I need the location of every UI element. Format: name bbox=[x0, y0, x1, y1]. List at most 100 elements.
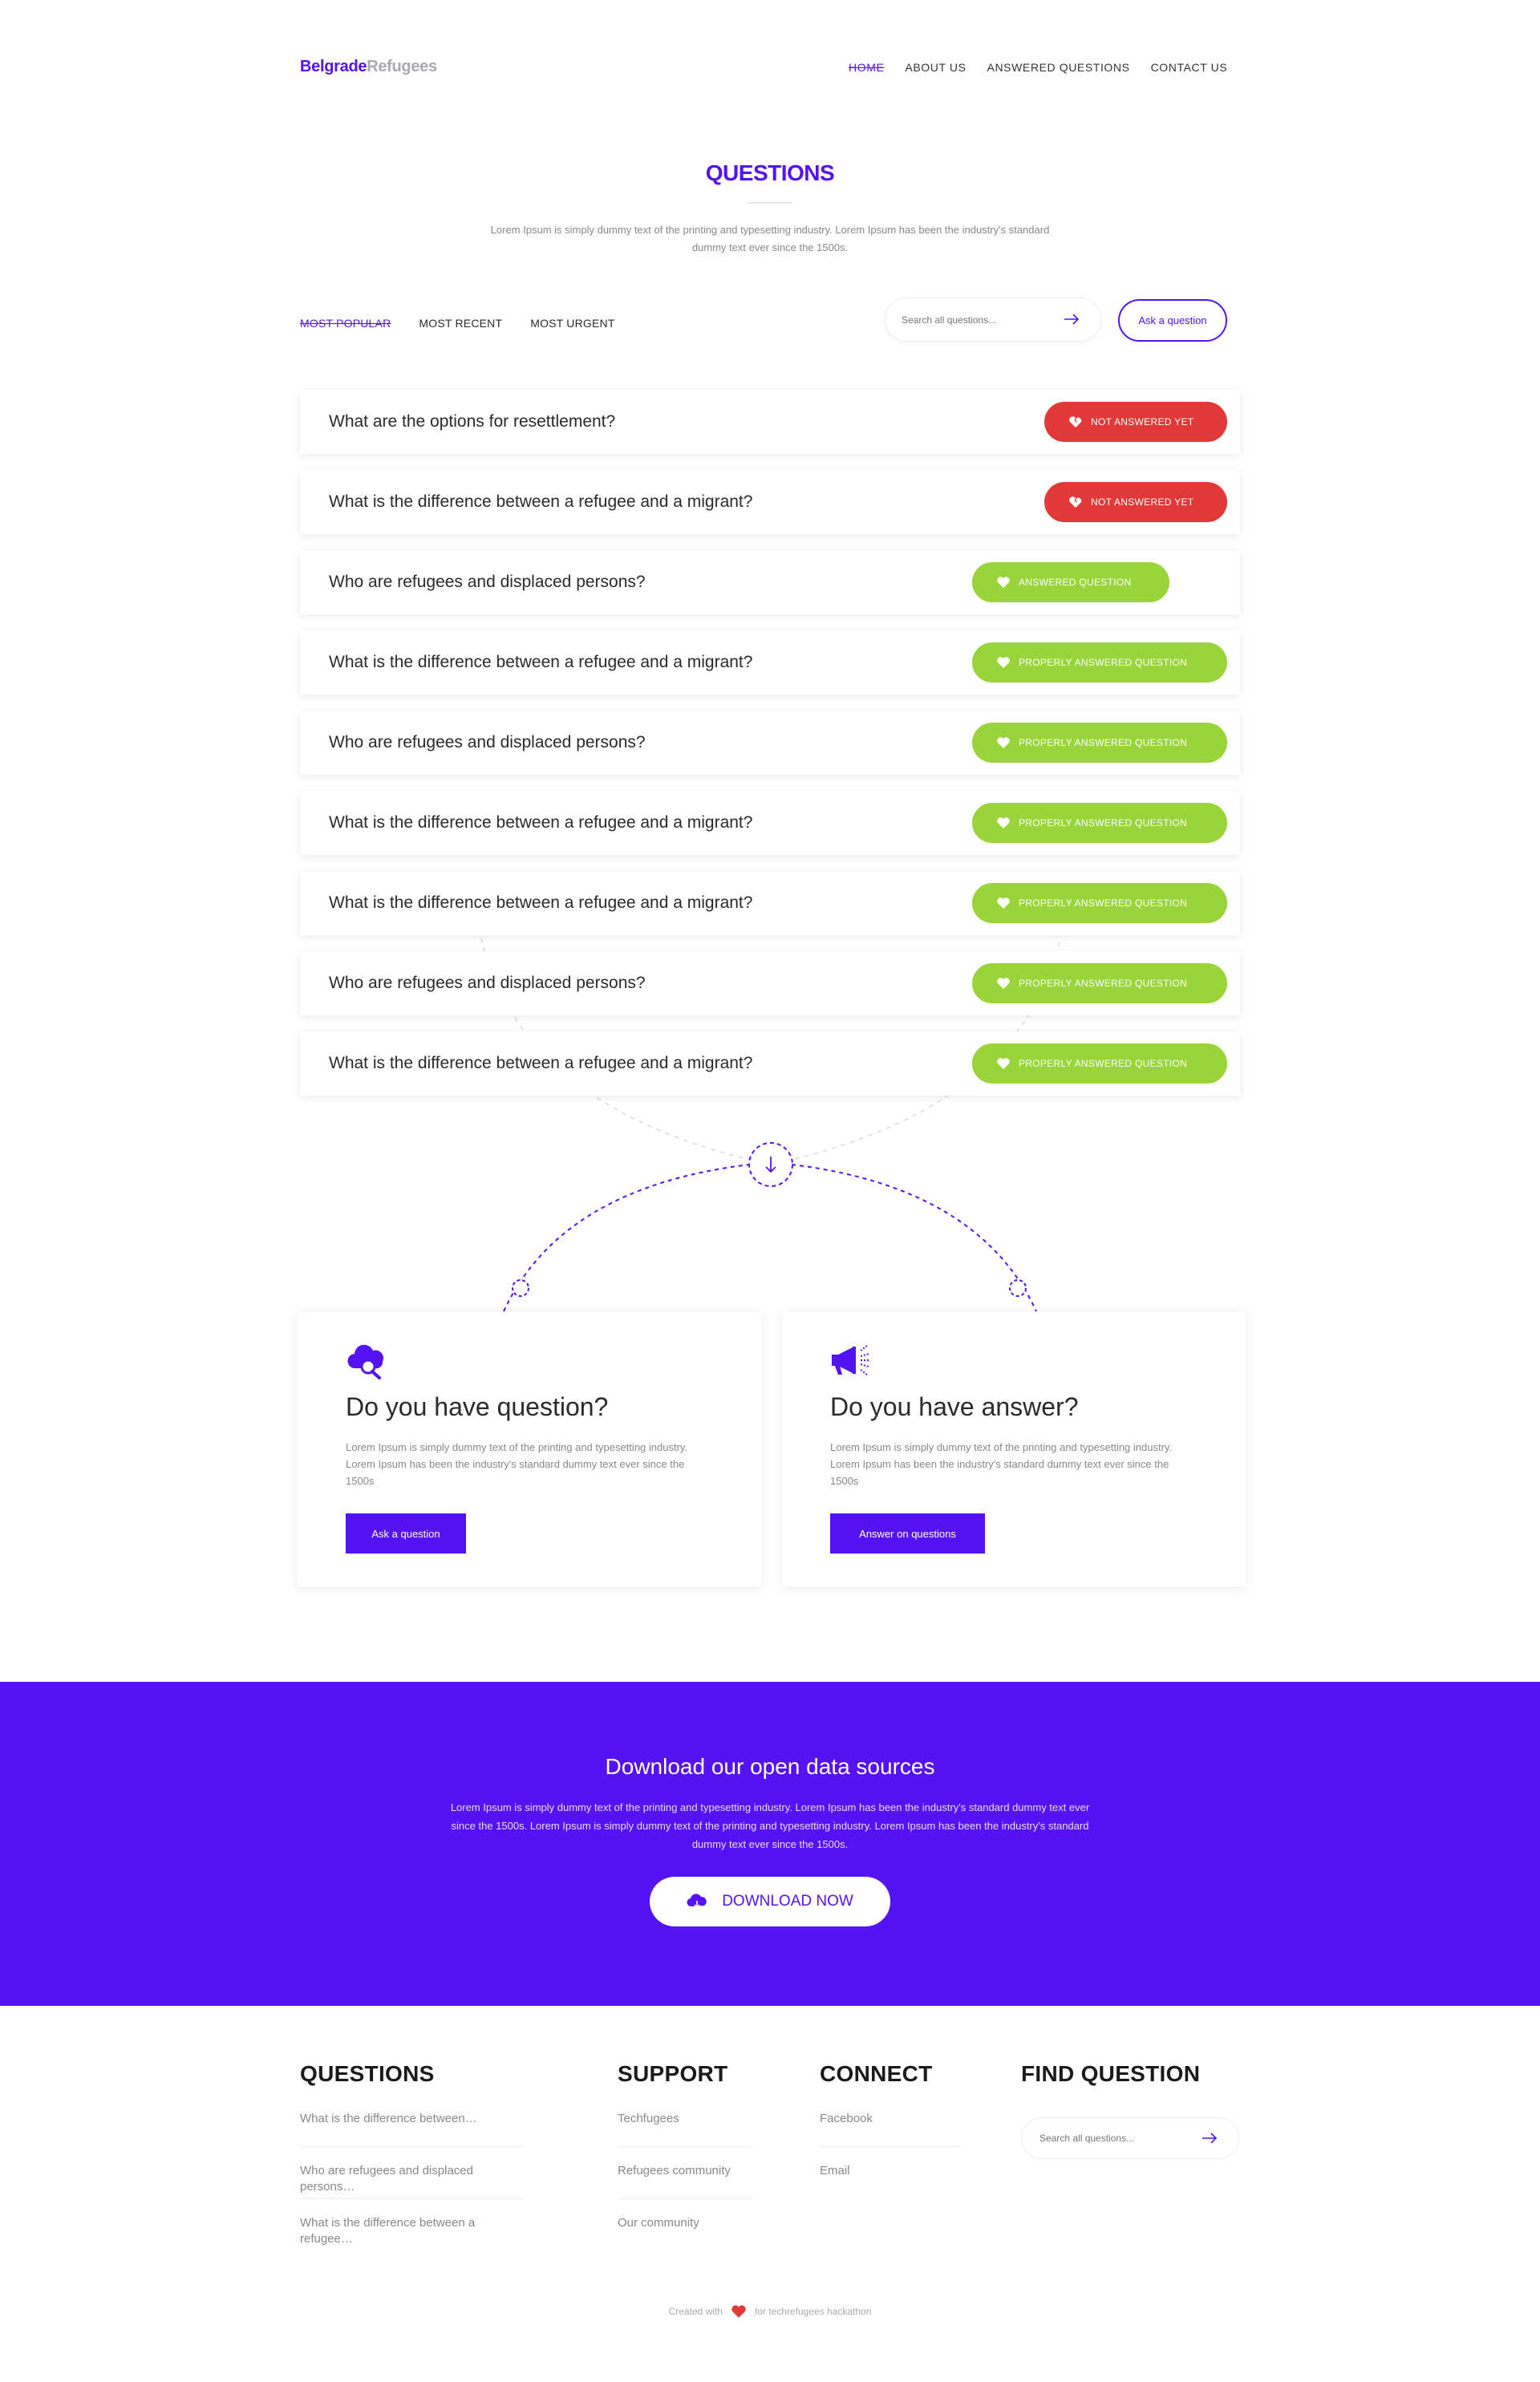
questions-list: What are the options for resettlement? N… bbox=[300, 390, 1240, 1112]
download-label: DOWNLOAD NOW bbox=[722, 1893, 853, 1910]
status-badge: NOT ANSWERED YET bbox=[1044, 482, 1227, 522]
filter-most-recent[interactable]: MOST RECENT bbox=[419, 317, 502, 330]
footer-link[interactable]: Refugees community bbox=[618, 2163, 752, 2215]
status-label: NOT ANSWERED YET bbox=[1091, 416, 1194, 427]
footer-questions: QUESTIONS What is the difference between… bbox=[300, 2061, 523, 2267]
page-title: QUESTIONS bbox=[705, 160, 835, 185]
question-text: What is the difference between a refugee… bbox=[329, 893, 753, 912]
footer-heading: SUPPORT bbox=[618, 2061, 728, 2086]
question-row[interactable]: What are the options for resettlement? N… bbox=[300, 390, 1240, 454]
search-input[interactable] bbox=[902, 298, 1054, 341]
logo[interactable]: BelgradeRefugees bbox=[300, 58, 437, 76]
question-text: What are the options for resettlement? bbox=[329, 412, 616, 431]
card-title: Do you have question? bbox=[346, 1392, 609, 1421]
filter-most-urgent[interactable]: MOST URGENT bbox=[530, 317, 614, 330]
ask-question-button[interactable]: Ask a question bbox=[1118, 299, 1227, 342]
status-badge: NOT ANSWERED YET bbox=[1044, 402, 1227, 442]
status-badge: PROPERLY ANSWERED QUESTION bbox=[972, 883, 1227, 923]
status-badge: PROPERLY ANSWERED QUESTION bbox=[972, 723, 1227, 763]
footer-link[interactable]: What is the difference between a refugee… bbox=[300, 2215, 523, 2267]
question-row[interactable]: Who are refugees and displaced persons? … bbox=[300, 951, 1240, 1015]
status-label: PROPERLY ANSWERED QUESTION bbox=[1019, 817, 1188, 828]
broken-heart-icon bbox=[1069, 496, 1082, 508]
title-divider bbox=[748, 202, 792, 204]
filter-most-popular[interactable]: MOST POPULAR bbox=[300, 317, 391, 330]
answer-questions-button[interactable]: Answer on questions bbox=[830, 1513, 985, 1554]
banner-text: Lorem Ipsum is simply dummy text of the … bbox=[450, 1801, 1090, 1850]
footer-search-input[interactable] bbox=[1040, 2118, 1192, 2158]
question-text: What is the difference between a refugee… bbox=[329, 492, 753, 511]
footer-credit: Created with for techrefugees hackathon bbox=[0, 2304, 1540, 2319]
cloud-search-icon bbox=[347, 1344, 384, 1379]
status-badge: PROPERLY ANSWERED QUESTION bbox=[972, 642, 1227, 683]
heart-icon bbox=[732, 2305, 746, 2318]
question-filters: MOST POPULAR MOST RECENT MOST URGENT bbox=[300, 317, 643, 330]
cloud-download-icon bbox=[687, 1894, 707, 1909]
download-banner: Download our open data sources Lorem Ips… bbox=[0, 1682, 1540, 2006]
card-text: Lorem Ipsum is simply dummy text of the … bbox=[346, 1441, 688, 1487]
heart-icon bbox=[997, 577, 1010, 588]
question-row[interactable]: What is the difference between a refugee… bbox=[300, 470, 1240, 534]
question-card: Do you have question? Lorem Ipsum is sim… bbox=[298, 1312, 761, 1586]
footer-link[interactable]: What is the difference between… bbox=[300, 2111, 523, 2163]
search-box bbox=[885, 298, 1101, 342]
question-row[interactable]: Who are refugees and displaced persons? … bbox=[300, 550, 1240, 614]
nav-home[interactable]: HOME bbox=[849, 61, 884, 74]
footer-link[interactable]: Who are refugees and displaced persons… bbox=[300, 2163, 523, 2215]
question-text: Who are refugees and displaced persons? bbox=[329, 733, 646, 751]
decorative-connector-lines bbox=[480, 938, 1061, 1312]
footer-support: SUPPORT Techfugees Refugees community Ou… bbox=[618, 2061, 752, 2267]
status-label: PROPERLY ANSWERED QUESTION bbox=[1019, 1058, 1188, 1069]
question-text: What is the difference between a refugee… bbox=[329, 1054, 753, 1072]
status-label: PROPERLY ANSWERED QUESTION bbox=[1019, 737, 1188, 748]
arrow-right-icon[interactable] bbox=[1064, 313, 1080, 326]
answer-card: Do you have answer? Lorem Ipsum is simpl… bbox=[782, 1312, 1246, 1586]
status-label: ANSWERED QUESTION bbox=[1019, 577, 1132, 588]
page-subtitle: Lorem Ipsum is simply dummy text of the … bbox=[490, 224, 1050, 253]
heart-icon bbox=[997, 978, 1010, 989]
nav-about-us[interactable]: ABOUT US bbox=[905, 61, 966, 74]
megaphone-icon bbox=[832, 1345, 870, 1375]
footer-find-question: FIND QUESTION bbox=[1021, 2061, 1246, 2111]
question-row[interactable]: What is the difference between a refugee… bbox=[300, 1031, 1240, 1096]
status-label: NOT ANSWERED YET bbox=[1091, 496, 1194, 508]
question-text: Who are refugees and displaced persons? bbox=[329, 974, 646, 992]
footer-link[interactable]: Our community bbox=[618, 2215, 752, 2267]
status-label: PROPERLY ANSWERED QUESTION bbox=[1019, 897, 1188, 909]
footer-heading: FIND QUESTION bbox=[1021, 2061, 1201, 2086]
banner-title: Download our open data sources bbox=[605, 1754, 935, 1779]
question-row[interactable]: What is the difference between a refugee… bbox=[300, 630, 1240, 695]
footer-link[interactable]: Facebook bbox=[820, 2111, 960, 2163]
card-text: Lorem Ipsum is simply dummy text of the … bbox=[830, 1441, 1173, 1487]
footer-connect: CONNECT Facebook Email bbox=[820, 2061, 960, 2215]
status-badge: PROPERLY ANSWERED QUESTION bbox=[972, 963, 1227, 1003]
question-text: What is the difference between a refugee… bbox=[329, 653, 753, 671]
logo-secondary: Refugees bbox=[367, 58, 437, 75]
load-more-arrow-icon[interactable] bbox=[748, 1140, 796, 1189]
card-title: Do you have answer? bbox=[830, 1392, 1079, 1421]
credit-before: Created with bbox=[668, 2306, 723, 2317]
heart-icon bbox=[997, 737, 1010, 748]
status-badge: PROPERLY ANSWERED QUESTION bbox=[972, 1043, 1227, 1084]
heart-icon bbox=[997, 817, 1010, 828]
main-nav: HOME ABOUT US ANSWERED QUESTIONS CONTACT… bbox=[849, 61, 1248, 74]
status-label: PROPERLY ANSWERED QUESTION bbox=[1019, 978, 1188, 989]
footer-link[interactable]: Techfugees bbox=[618, 2111, 752, 2163]
question-row[interactable]: What is the difference between a refugee… bbox=[300, 791, 1240, 855]
arrow-right-icon[interactable] bbox=[1202, 2132, 1218, 2145]
logo-primary: Belgrade bbox=[300, 58, 367, 75]
footer-search-box bbox=[1021, 2117, 1239, 2159]
credit-after: for techrefugees hackathon bbox=[754, 2306, 872, 2317]
heart-icon bbox=[997, 1058, 1010, 1069]
nav-contact-us[interactable]: CONTACT US bbox=[1151, 61, 1228, 74]
question-row[interactable]: Who are refugees and displaced persons? … bbox=[300, 711, 1240, 775]
footer-heading: CONNECT bbox=[820, 2061, 933, 2086]
nav-answered-questions[interactable]: ANSWERED QUESTIONS bbox=[987, 61, 1130, 74]
status-badge: ANSWERED QUESTION bbox=[972, 562, 1169, 602]
heart-icon bbox=[997, 897, 1010, 909]
ask-question-card-button[interactable]: Ask a question bbox=[346, 1513, 466, 1554]
heart-icon bbox=[997, 657, 1010, 668]
question-row[interactable]: What is the difference between a refugee… bbox=[300, 871, 1240, 935]
footer-link[interactable]: Email bbox=[820, 2163, 960, 2215]
download-now-button[interactable]: DOWNLOAD NOW bbox=[650, 1877, 890, 1926]
